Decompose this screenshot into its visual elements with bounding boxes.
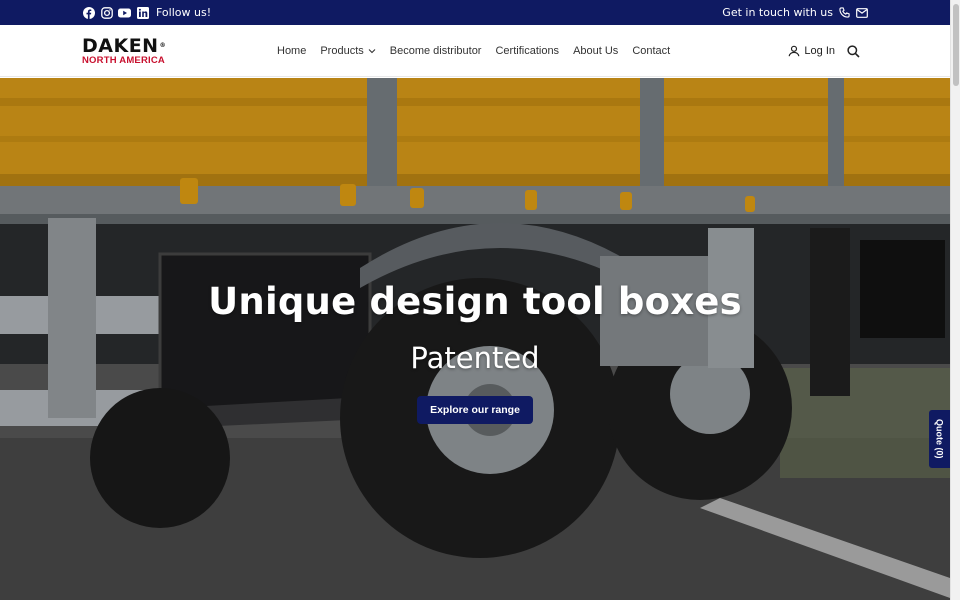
main-nav: Home Products Become distributor Certifi… xyxy=(277,25,670,77)
registered-mark: ® xyxy=(159,42,167,49)
announcement-bar: Follow us! Get in touch with us xyxy=(0,0,950,25)
nav-item-certifications[interactable]: Certifications xyxy=(495,45,559,57)
contact-links: Get in touch with us xyxy=(722,0,868,25)
social-links: Follow us! xyxy=(82,0,211,25)
contact-label[interactable]: Get in touch with us xyxy=(722,6,833,19)
facebook-icon[interactable] xyxy=(82,6,95,19)
site-header: DAKEN® NORTH AMERICA Home Products Becom… xyxy=(0,25,950,77)
explore-range-button[interactable]: Explore our range xyxy=(417,396,533,424)
header-actions: Log In xyxy=(788,25,860,77)
hero-banner: Unique design tool boxes Patented Explor… xyxy=(0,78,950,600)
page-scrollbar[interactable] xyxy=(950,0,960,600)
hero-subtitle: Patented xyxy=(410,341,540,375)
logo-brand-text: DAKEN xyxy=(82,35,159,57)
nav-item-become-distributor[interactable]: Become distributor xyxy=(390,45,482,57)
nav-item-about-us[interactable]: About Us xyxy=(573,45,618,57)
nav-label: Certifications xyxy=(495,45,560,57)
brand-logo[interactable]: DAKEN® NORTH AMERICA xyxy=(82,36,174,68)
nav-item-home[interactable]: Home xyxy=(277,45,306,57)
nav-label: Contact xyxy=(632,45,671,57)
login-label: Log In xyxy=(804,45,835,57)
nav-label: Home xyxy=(277,45,307,57)
instagram-icon[interactable] xyxy=(100,6,113,19)
scrollbar-thumb[interactable] xyxy=(953,4,959,86)
login-button[interactable]: Log In xyxy=(788,45,835,57)
nav-label: Products xyxy=(320,45,364,57)
follow-us-label: Follow us! xyxy=(156,6,212,19)
nav-label: About Us xyxy=(573,45,619,57)
nav-item-products[interactable]: Products xyxy=(320,45,376,57)
mail-icon[interactable] xyxy=(856,7,868,18)
phone-icon[interactable] xyxy=(839,7,850,18)
user-icon xyxy=(788,45,800,57)
nav-item-contact[interactable]: Contact xyxy=(632,45,670,57)
quote-tab[interactable]: Quote (0) xyxy=(929,410,950,468)
quote-tab-label: Quote (0) xyxy=(934,419,945,459)
chevron-down-icon xyxy=(368,48,376,54)
youtube-icon[interactable] xyxy=(118,6,131,19)
logo-region-text: NORTH AMERICA xyxy=(82,55,165,66)
nav-label: Become distributor xyxy=(389,45,482,57)
hero-title: Unique design tool boxes xyxy=(208,280,742,323)
linkedin-icon[interactable] xyxy=(136,6,149,19)
hero-overlay xyxy=(0,78,950,600)
search-icon[interactable] xyxy=(847,44,860,58)
